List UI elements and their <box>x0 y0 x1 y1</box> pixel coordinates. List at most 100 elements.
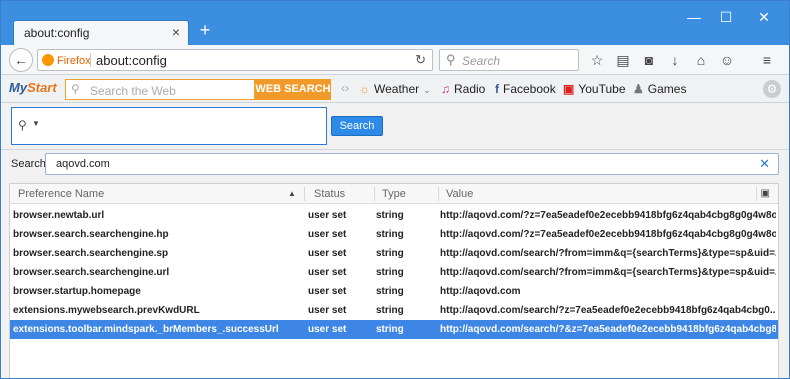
reload-icon[interactable]: ↻ <box>415 52 426 68</box>
radio-label: Radio <box>454 82 486 96</box>
status-cell: user set <box>308 210 347 221</box>
firefox-icon <box>42 54 54 66</box>
window-close-button[interactable]: ✕ <box>751 7 777 27</box>
facebook-icon: f <box>495 82 499 96</box>
value-cell: http://aqovd.com/search/?from=imm&q={sea… <box>440 267 776 278</box>
value-cell: http://aqovd.com/search/?from=imm&q={sea… <box>440 248 776 259</box>
column-separator[interactable] <box>756 187 757 201</box>
weather-link[interactable]: ☼ Weather ⌄ <box>359 82 431 96</box>
navigation-bar: ← Firefox about:config ↻ ⚲ Search ☆ ▤ ◙ … <box>1 45 789 75</box>
back-button[interactable]: ← <box>9 48 33 72</box>
filter-input[interactable]: aqovd.com ✕ <box>45 153 779 175</box>
status-cell: user set <box>308 324 347 335</box>
web-search-button[interactable]: WEB SEARCH <box>255 79 331 100</box>
type-cell: string <box>376 229 404 240</box>
home-icon[interactable]: ⌂ <box>691 50 711 70</box>
preferences-table: Preference Name ▲ Status Type Value ▣ br… <box>9 183 779 378</box>
youtube-link[interactable]: ▣ YouTube <box>563 82 626 96</box>
column-separator[interactable] <box>438 187 439 201</box>
table-row[interactable]: browser.startup.homepage user set string ht… <box>10 282 778 301</box>
tab-strip: about:config × + — ☐ ✕ <box>1 1 789 45</box>
column-status[interactable]: Status <box>314 188 345 200</box>
chevron-down-icon[interactable]: ▼ <box>32 119 40 128</box>
games-link[interactable]: ♟ Games <box>633 82 686 96</box>
tv-icon: ▣ <box>563 82 575 96</box>
filter-value[interactable]: aqovd.com <box>56 158 110 170</box>
status-cell: user set <box>308 229 347 240</box>
chevron-down-icon[interactable]: ⌄ <box>423 85 431 95</box>
page-search-input[interactable]: ⚲ ▼ <box>11 107 327 145</box>
back-arrow-icon: ← <box>14 52 28 68</box>
url-bar[interactable]: Firefox about:config ↻ <box>37 49 433 71</box>
mystart-search-placeholder: Search the Web <box>90 84 176 98</box>
table-row[interactable]: extensions.toolbar.mindspark._brMembers_… <box>10 320 778 339</box>
status-cell: user set <box>308 286 347 297</box>
clear-icon[interactable]: ✕ <box>759 156 770 172</box>
preference-name-cell: browser.newtab.url <box>13 210 105 221</box>
search-icon: ⚲ <box>71 82 80 96</box>
search-icon: ⚲ <box>18 118 27 132</box>
column-value[interactable]: Value <box>446 188 473 200</box>
url-separator <box>90 53 91 67</box>
code-icon: ‹› <box>341 81 349 95</box>
mystart-search-input[interactable]: ⚲ Search the Web <box>65 79 255 100</box>
sort-ascending-icon[interactable]: ▲ <box>288 189 296 198</box>
status-cell: user set <box>308 267 347 278</box>
tab-close-icon[interactable]: × <box>172 24 180 40</box>
type-cell: string <box>376 248 404 259</box>
tab-about-config[interactable]: about:config × <box>13 20 189 45</box>
logo-start: Start <box>27 80 57 95</box>
minimize-button[interactable]: — <box>681 7 707 27</box>
reading-list-icon[interactable]: ▤ <box>613 50 633 70</box>
downloads-icon[interactable]: ↓ <box>665 50 685 70</box>
table-row[interactable]: browser.search.searchengine.url user set s… <box>10 263 778 282</box>
value-cell: http://aqovd.com/search/?&z=7ea5eadef0e2… <box>440 324 776 335</box>
value-cell: http://aqovd.com/?z=7ea5eadef0e2ecebb941… <box>440 210 776 221</box>
column-type[interactable]: Type <box>382 188 406 200</box>
games-label: Games <box>647 82 687 96</box>
browser-window: about:config × + — ☐ ✕ ← Firefox about:c… <box>0 0 790 379</box>
facebook-link[interactable]: f Facebook <box>495 82 556 96</box>
mystart-toolbar: MyStart ⚲ Search the Web WEB SEARCH ‹› ☼… <box>1 75 789 103</box>
headphones-icon: ♫ <box>441 82 450 96</box>
divider <box>1 149 789 150</box>
search-button[interactable]: Search <box>331 116 383 136</box>
preference-name-cell: browser.search.searchengine.sp <box>13 248 169 259</box>
identity-box[interactable]: Firefox <box>42 54 91 67</box>
column-preference-name[interactable]: Preference Name <box>18 188 104 200</box>
facebook-label: Facebook <box>503 82 556 96</box>
bookmark-star-icon[interactable]: ☆ <box>587 50 607 70</box>
pocket-icon[interactable]: ◙ <box>639 50 659 70</box>
type-cell: string <box>376 324 404 335</box>
table-row[interactable]: browser.newtab.url user set string http://a… <box>10 206 778 225</box>
preference-name-cell: extensions.mywebsearch.prevKwdURL <box>13 305 200 316</box>
maximize-button[interactable]: ☐ <box>713 7 739 27</box>
search-icon: ⚲ <box>446 52 456 67</box>
radio-link[interactable]: ♫ Radio <box>441 82 485 96</box>
joystick-icon: ♟ <box>633 82 644 96</box>
type-cell: string <box>376 286 404 297</box>
column-separator[interactable] <box>304 187 305 201</box>
table-row[interactable]: extensions.mywebsearch.prevKwdURL user se… <box>10 301 778 320</box>
menu-icon[interactable]: ≡ <box>757 50 777 70</box>
weather-label: Weather <box>374 82 420 96</box>
search-bar[interactable]: ⚲ Search <box>439 49 579 71</box>
type-cell: string <box>376 305 404 316</box>
url-text[interactable]: about:config <box>96 53 167 68</box>
mystart-logo[interactable]: MyStart <box>9 80 57 95</box>
column-picker-icon[interactable]: ▣ <box>761 188 770 199</box>
youtube-label: YouTube <box>578 82 626 96</box>
logo-my: My <box>9 80 28 95</box>
value-cell: http://aqovd.com/search/?z=7ea5eadef0e2e… <box>440 305 776 316</box>
gear-icon[interactable]: ⚙ <box>763 80 781 98</box>
value-cell: http://aqovd.com/?z=7ea5eadef0e2ecebb941… <box>440 229 776 240</box>
column-separator[interactable] <box>374 187 375 201</box>
sun-icon: ☼ <box>359 82 370 96</box>
filter-label: Search: <box>11 158 49 170</box>
smiley-icon[interactable]: ☺ <box>717 50 737 70</box>
type-cell: string <box>376 210 404 221</box>
preference-name-cell: extensions.toolbar.mindspark._brMembers_… <box>13 324 279 335</box>
new-tab-button[interactable]: + <box>195 21 215 41</box>
table-row[interactable]: browser.search.searchengine.sp user set st… <box>10 244 778 263</box>
table-row[interactable]: browser.search.searchengine.hp user set st… <box>10 225 778 244</box>
